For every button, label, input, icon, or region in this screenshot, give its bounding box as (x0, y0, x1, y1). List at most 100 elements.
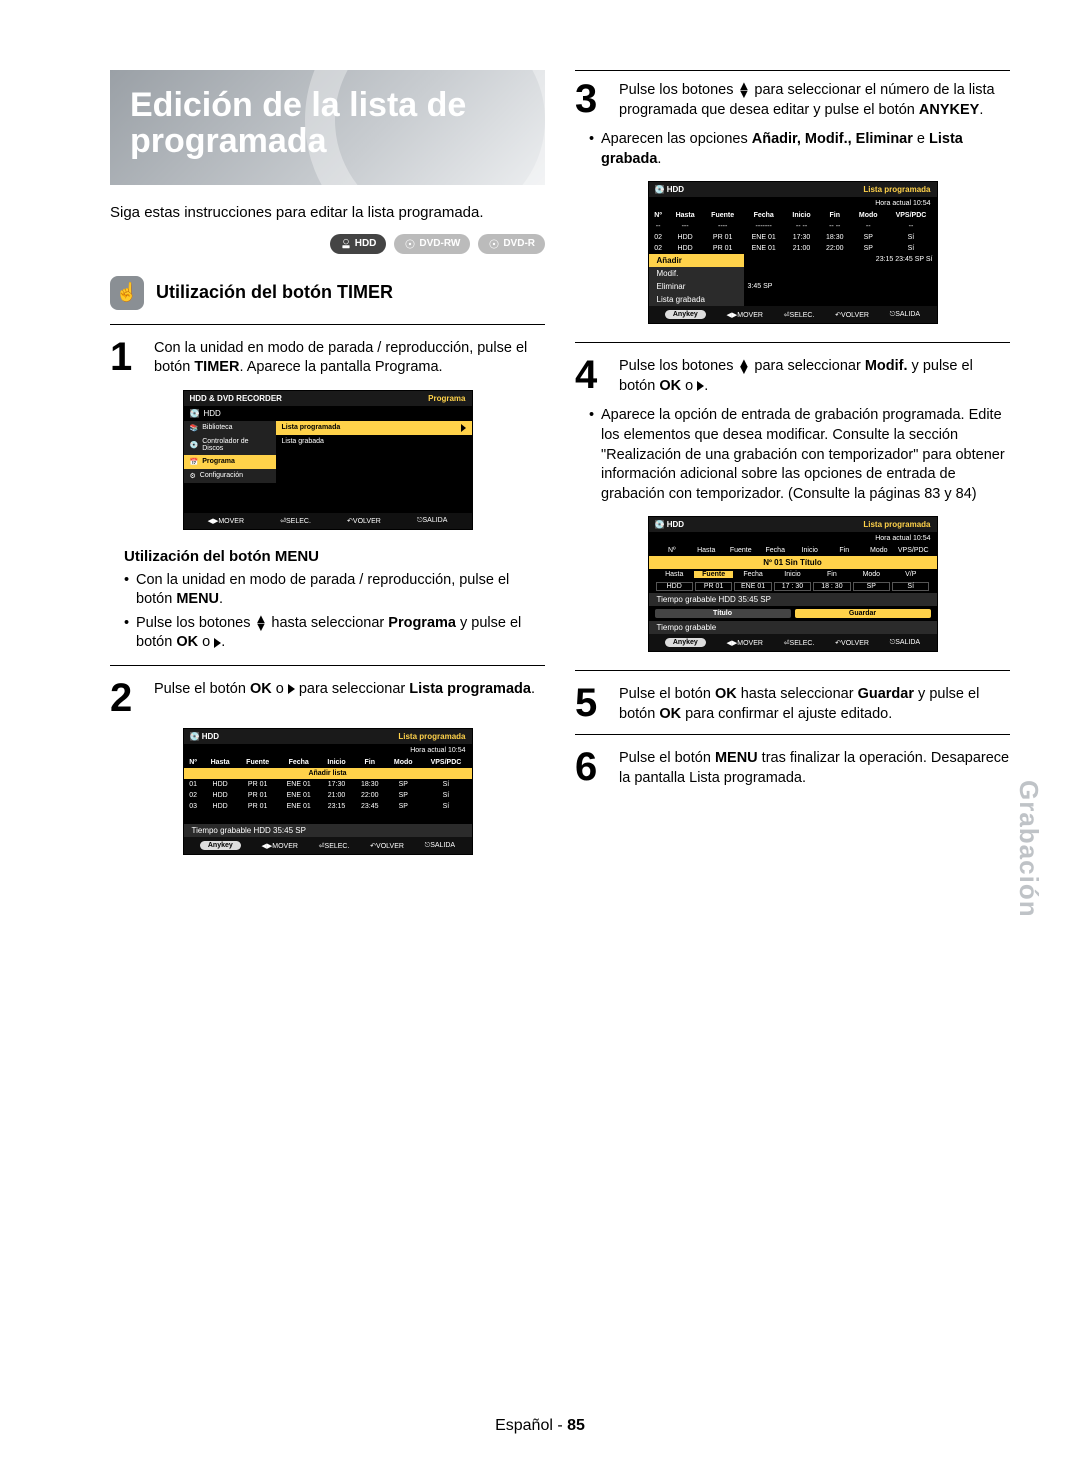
pill-hdd-label: HDD (355, 238, 377, 249)
t: e (913, 131, 929, 147)
menu-bullets: Con la unidad en modo de parada / reprod… (124, 571, 545, 653)
step-5: 5 Pulse el botón OK hasta seleccionar Gu… (575, 685, 1010, 724)
l: Biblioteca (202, 424, 232, 431)
footer-lang: Español (495, 1417, 553, 1434)
nav-select: ⏎SELEC. (784, 311, 815, 319)
section-title: Utilización del botón TIMER (156, 282, 393, 303)
pill-r-label: DVD-R (503, 238, 535, 249)
media-pills: HDD DVD-RW DVD-R (110, 234, 545, 254)
td: --- (668, 221, 703, 232)
th: Fuente (238, 757, 278, 768)
osd-sin-titulo: Nº 01 Sin Título (649, 556, 937, 569)
l: SALIDA (895, 639, 920, 646)
t: o (272, 681, 288, 697)
c: Fecha (758, 547, 793, 554)
l: SELEC. (325, 843, 350, 850)
table-row: ------------------ ---- ------ (649, 221, 937, 232)
step4-bullets: Aparece la opción de entrada de grabació… (589, 406, 1010, 504)
td: ENE 01 (278, 790, 320, 801)
disc-icon (404, 238, 416, 250)
osd-footer: Anykey ◀▶MOVER ⏎SELEC. ↶VOLVER ⎋SALIDA (649, 306, 937, 323)
pill-hdd: HDD (330, 234, 387, 254)
td: -- -- (818, 221, 851, 232)
osd-header: 💽 HDD Lista programada (649, 517, 937, 532)
table-head: NºHastaFuenteFechaInicioFinModoVPS/PDC (184, 757, 472, 768)
th: Hasta (668, 210, 703, 221)
nav-exit: ⎋SALIDA (890, 639, 920, 647)
th: Nº (649, 210, 668, 221)
l: SELEC. (790, 640, 815, 647)
td: 17:30 (320, 779, 354, 790)
osd-spacer (184, 483, 472, 513)
t: . (531, 681, 535, 697)
osd-edit-entry: 💽 HDD Lista programada Hora actual 10:54… (648, 516, 938, 652)
anykey-badge: Anykey (665, 310, 706, 319)
th: Fin (818, 210, 851, 221)
nav-back: ↶VOLVER (835, 639, 869, 647)
td: 21:00 (320, 790, 354, 801)
osd-table: NºHastaFuenteFechaInicioFinModoVPS/PDC -… (649, 210, 937, 254)
l: HDD (667, 520, 684, 529)
c: Modo (852, 571, 891, 578)
td: 18:30 (353, 779, 386, 790)
menu-item-lista-grab: Lista grabada (276, 435, 472, 448)
nav-exit: ⎋SALIDA (425, 842, 455, 850)
c: Inicio (793, 547, 828, 554)
t: Guardar (858, 686, 914, 702)
c: V/P (891, 571, 930, 578)
step3-bullets: Aparecen las opciones Añadir, Modif., El… (589, 130, 1010, 169)
menu-item-lista-prog: Lista programada (276, 421, 472, 435)
osd-dev: 💽 HDD (655, 185, 685, 194)
t: Pulse el botón (619, 686, 715, 702)
table-row: 02HDDPR 01ENE 0117:3018:30SPSí (649, 232, 937, 243)
c: VPS/PDC (896, 547, 931, 554)
step-2: 2 Pulse el botón OK o para seleccionar L… (110, 680, 545, 716)
t: Añadir, Modif., Eliminar (752, 131, 913, 147)
c: Fuente (694, 571, 733, 578)
menu-subhead: Utilización del botón MENU (124, 548, 545, 565)
td: -- -- (785, 221, 819, 232)
hdd-icon (340, 238, 352, 250)
osd-header-left: HDD & DVD RECORDER (190, 394, 282, 403)
td: 03 (184, 801, 203, 812)
nav-back: ↶VOLVER (835, 311, 869, 319)
l: MOVER (737, 640, 763, 647)
th: Fecha (743, 210, 785, 221)
osd-rec-time: Tiempo grabable HDD 35:45 SP (184, 824, 472, 837)
osd-menu-right: Lista programada Lista grabada (276, 421, 472, 483)
th: Hasta (203, 757, 238, 768)
c: 18 : 30 (813, 582, 850, 591)
osd-edit-btns: Título Guardar (649, 606, 937, 621)
table-head: NºHastaFuenteFechaInicioFinModoVPS/PDC (649, 210, 937, 221)
osd-footer: ◀▶MOVER ⏎SELEC. ↶VOLVER ⎋SALIDA (184, 513, 472, 529)
op-grab: Lista grabada (649, 293, 744, 306)
t: OK (715, 686, 737, 702)
td: Sí (420, 801, 471, 812)
t: . (979, 102, 983, 118)
bullet: Pulse los botones ▲▼ hasta seleccionar P… (124, 614, 545, 653)
spacer (184, 812, 472, 824)
osd-row3: 23:15 23:45 SP Sí 3:45 SP (744, 254, 937, 306)
th: VPS/PDC (420, 757, 471, 768)
l: SALIDA (422, 517, 447, 524)
t: MENU (715, 750, 758, 766)
table-row: 03HDDPR 01ENE 0123:1523:45SPSí (184, 801, 472, 812)
osd-rec-time: Tiempo grabable HDD 35:45 SP (649, 593, 937, 606)
anykey-badge: Anykey (200, 841, 241, 850)
l: SALIDA (895, 311, 920, 318)
td: HDD (203, 790, 238, 801)
t: Aparecen las opciones (601, 131, 752, 147)
menu-item-programa: 📅Programa (184, 455, 276, 469)
updown-icon: ▲▼ (738, 359, 751, 375)
nav-move: ◀▶MOVER (261, 842, 297, 850)
td: 23:15 (320, 801, 354, 812)
th: VPS/PDC (885, 210, 936, 221)
t: para confirmar el ajuste editado. (681, 706, 892, 722)
td: Sí (420, 790, 471, 801)
anykey-badge: Anykey (665, 638, 706, 647)
bullet: Aparecen las opciones Añadir, Modif., El… (589, 130, 1010, 169)
td: SP (386, 790, 420, 801)
l: Programa (202, 458, 235, 465)
table-row: 02HDDPR 01ENE 0121:0022:00SPSí (184, 790, 472, 801)
play-icon (288, 684, 295, 694)
